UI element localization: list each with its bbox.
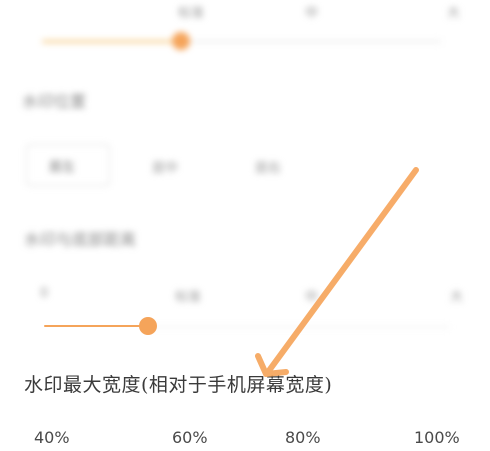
annotation-arrow-icon xyxy=(255,167,419,377)
